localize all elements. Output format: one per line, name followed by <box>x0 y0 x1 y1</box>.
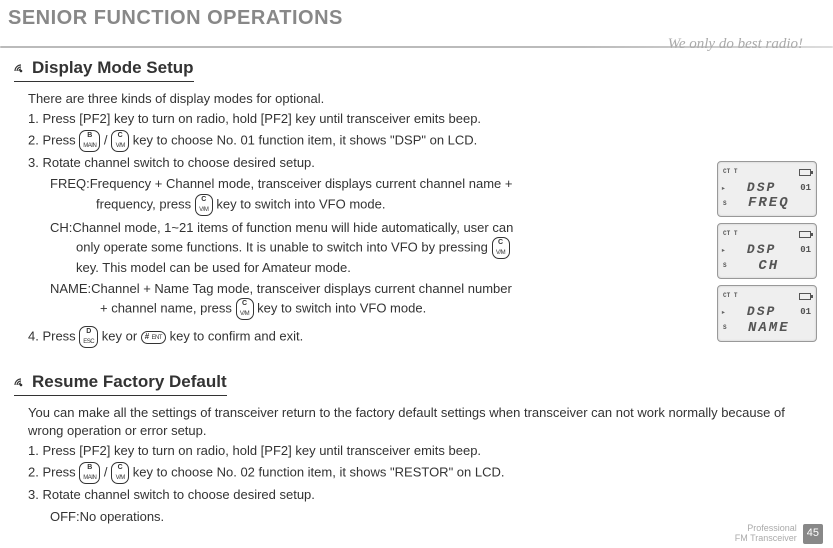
key-d-esc-icon: DESC <box>79 326 98 348</box>
section-title-text: Display Mode Setup <box>32 56 194 80</box>
page-number: 45 <box>803 524 823 543</box>
step-3: 3. Rotate channel switch to choose desir… <box>28 154 722 172</box>
battery-icon <box>799 169 811 176</box>
page-title: SENIOR FUNCTION OPERATIONS <box>0 0 833 36</box>
slogan-text: We only do best radio! <box>668 34 803 55</box>
arrow-icon: ▸ <box>721 246 726 257</box>
battery-icon <box>799 231 811 238</box>
step-1: 1. Press [PF2] key to turn on radio, hol… <box>28 110 722 128</box>
factory-step-2: 2. Press BMAIN / CV/M key to choose No. … <box>28 462 813 484</box>
section-display-mode-title: Display Mode Setup <box>14 56 194 82</box>
key-c-vm-icon: CV/M <box>492 237 510 259</box>
factory-step-3: 3. Rotate channel switch to choose desir… <box>28 486 813 504</box>
lcd-ch: CT T ▸ DSP01 SCH <box>717 223 817 279</box>
option-ch: CH: Channel mode, 1~21 items of function… <box>28 219 722 277</box>
section-resume-factory-title: Resume Factory Default <box>14 370 227 396</box>
option-off: OFF: No operations. <box>28 508 813 526</box>
page-footer: Professional FM Transceiver 45 <box>735 524 823 544</box>
key-c-vm-icon: CV/M <box>111 462 129 484</box>
header-divider: We only do best radio! <box>0 36 833 56</box>
key-c-vm-icon: CV/M <box>236 298 254 320</box>
factory-step-1: 1. Press [PF2] key to turn on radio, hol… <box>28 442 813 460</box>
factory-intro: You can make all the settings of transce… <box>28 404 813 440</box>
battery-icon <box>799 293 811 300</box>
lcd-name: CT T ▸ DSP01 SNAME <box>717 285 817 341</box>
lcd-freq: CT T ▸ DSP01 SFREQ <box>717 161 817 217</box>
key-enter-icon: # ENT <box>141 331 166 344</box>
intro-text: There are three kinds of display modes f… <box>28 90 722 108</box>
option-name: NAME: Channel + Name Tag mode, transceiv… <box>28 280 722 320</box>
arrow-icon: ▸ <box>721 184 726 195</box>
radio-wave-icon <box>14 61 28 75</box>
step-2: 2. Press BMAIN / CV/M key to choose No. … <box>28 130 722 152</box>
option-freq: FREQ: Frequency + Channel mode, transcei… <box>28 175 722 215</box>
key-c-vm-icon: CV/M <box>111 130 129 152</box>
section-title-text: Resume Factory Default <box>32 370 227 394</box>
key-b-main-icon: BMAIN <box>79 130 100 152</box>
lcd-preview-stack: CT T ▸ DSP01 SFREQ CT T ▸ DSP01 SCH CT T… <box>717 161 817 342</box>
radio-wave-icon <box>14 375 28 389</box>
key-b-main-icon: BMAIN <box>79 462 100 484</box>
arrow-icon: ▸ <box>721 308 726 319</box>
step-4: 4. Press DESC key or # ENT key to confir… <box>28 326 722 348</box>
key-c-vm-icon: CV/M <box>195 194 213 216</box>
